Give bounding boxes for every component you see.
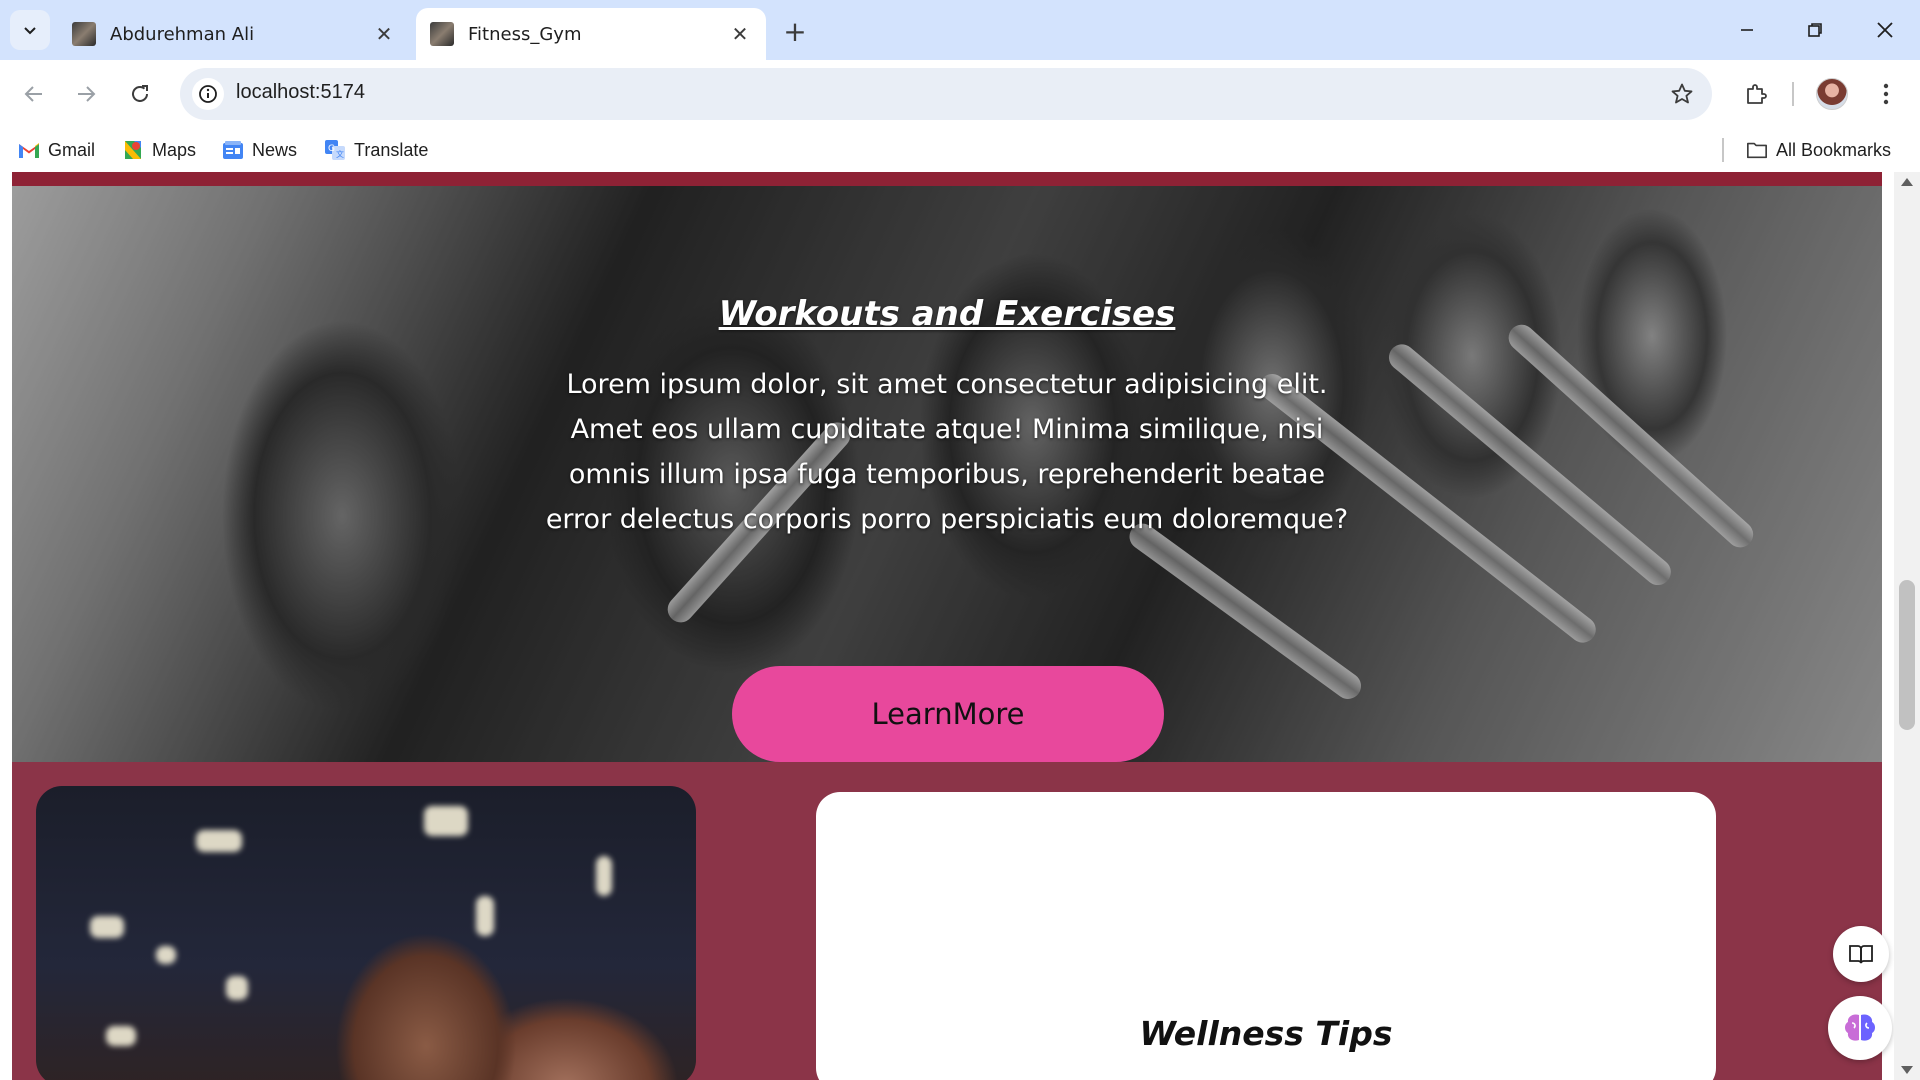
puzzle-icon [1747,84,1767,104]
close-icon[interactable]: ✕ [728,22,752,46]
brain-icon [1845,1014,1875,1041]
news-icon [222,139,244,161]
wellness-card: Wellness Tips [816,792,1716,1080]
hero-title: Workouts and Exercises [718,294,1176,334]
tab-search-button[interactable] [10,10,50,50]
tab-fitness-gym[interactable]: Fitness_Gym ✕ [416,8,766,60]
workouts-hero-section: Workouts and Exercises Lorem ipsum dolor… [12,186,1882,762]
scrollbar-thumb[interactable] [1899,580,1915,730]
svg-text:G: G [328,144,335,154]
kebab-menu-icon [1883,83,1889,105]
tab-strip: Abdurehman Ali ✕ Fitness_Gym ✕ + [0,0,1920,60]
minimize-button[interactable] [1722,10,1772,50]
gym-light-graphic [196,830,242,852]
close-window-button[interactable] [1860,10,1910,50]
hero-description: Lorem ipsum dolor, sit amet consectetur … [545,369,1349,535]
bookmarks-bar: Gmail Maps News G文 Translate All Bookmar… [0,128,1920,172]
bookmark-label: Gmail [48,139,96,160]
bookmark-maps[interactable]: Maps [122,136,196,164]
svg-text:文: 文 [336,149,344,159]
extensions-button[interactable] [1736,74,1776,114]
wellness-section: Wellness Tips [12,762,1882,1080]
gym-light-graphic [226,976,248,1000]
arrow-left-icon [24,86,42,102]
bookmark-label: Maps [152,139,197,160]
gym-light-graphic [596,856,612,896]
site-favicon-icon [430,22,454,46]
tab-title: Abdurehman Ali [110,23,255,45]
gym-light-graphic [90,916,124,938]
chevron-down-icon [24,27,36,35]
scroll-down-icon[interactable] [1901,1066,1913,1074]
address-text[interactable]: localhost:5174 [236,81,365,104]
gym-light-graphic [106,1026,136,1046]
profile-avatar[interactable] [1816,78,1848,110]
bookmark-label: Translate [354,139,429,160]
gym-light-graphic [476,896,494,936]
reload-icon [132,85,148,102]
maps-icon [122,139,144,161]
book-icon [1849,945,1873,964]
folder-icon [1746,139,1768,161]
browser-toolbar: localhost:5174 [0,60,1920,128]
reading-mode-button[interactable] [1833,926,1889,982]
learn-more-button[interactable]: LearnMore [732,666,1164,762]
restore-button[interactable] [1790,10,1840,50]
browser-menu-button[interactable] [1868,74,1904,114]
address-bar[interactable]: localhost:5174 [180,68,1712,120]
arrow-right-icon [78,86,96,102]
site-info-icon[interactable] [192,78,224,110]
page-viewport: Workouts and Exercises Lorem ipsum dolor… [0,172,1920,1080]
all-bookmarks-label: All Bookmarks [1776,139,1892,160]
gym-light-graphic [156,946,176,964]
close-icon[interactable]: ✕ [372,22,396,46]
gmail-icon [18,139,40,161]
tab-title: Fitness_Gym [468,23,582,45]
site-favicon-icon [72,22,96,46]
bookmarks-divider [1722,138,1724,162]
wellness-title: Wellness Tips [1139,1014,1393,1053]
bookmark-label: News [252,139,298,160]
bookmark-star-icon[interactable] [1668,80,1696,108]
reload-button[interactable] [120,74,160,114]
close-icon [1877,22,1893,38]
bookmark-news[interactable]: News [222,136,297,164]
trainer-photo [36,786,696,1080]
scroll-up-icon[interactable] [1901,178,1913,186]
all-bookmarks-button[interactable]: All Bookmarks [1746,136,1891,164]
translate-icon: G文 [324,139,346,161]
section-divider [12,172,1882,186]
forward-button[interactable] [66,74,106,114]
bookmark-gmail[interactable]: Gmail [18,136,95,164]
ai-assistant-button[interactable] [1828,996,1892,1060]
back-button[interactable] [14,74,54,114]
minimize-icon [1741,29,1753,31]
page-scrollbar[interactable] [1894,172,1920,1080]
tab-abdurehman-ali[interactable]: Abdurehman Ali ✕ [58,8,410,60]
restore-icon [1808,23,1822,37]
gym-light-graphic [424,806,468,836]
toolbar-divider [1792,82,1794,106]
bookmark-translate[interactable]: G文 Translate [324,136,428,164]
new-tab-button[interactable]: + [780,15,810,48]
